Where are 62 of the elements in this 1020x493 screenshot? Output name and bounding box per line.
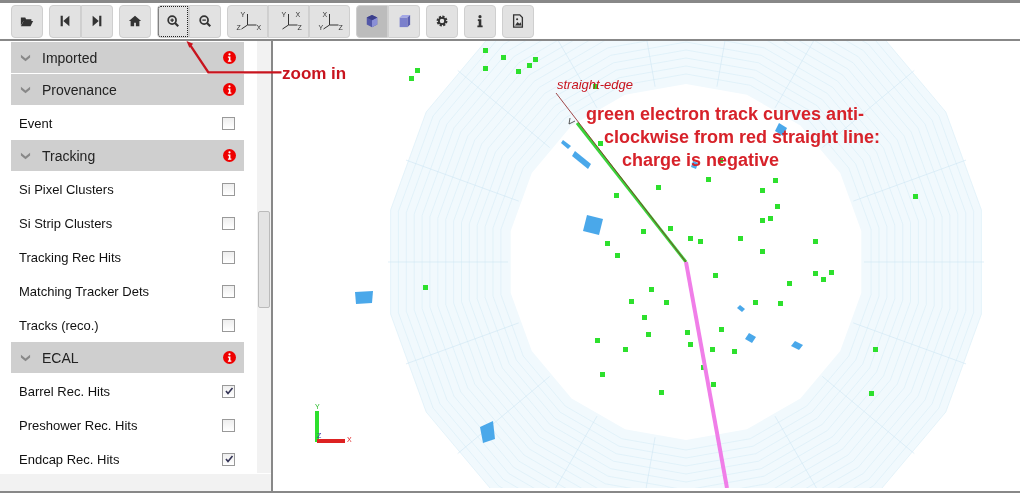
checkbox[interactable] (222, 284, 235, 298)
chevron-icon (20, 84, 31, 95)
layer-label: Si Pixel Clusters (19, 181, 115, 197)
zoom-in-icon (166, 14, 180, 28)
layer-label: Tracks (reco.) (19, 317, 100, 333)
zoom-out-icon (198, 14, 212, 28)
layer-label: Tracking Rec Hits (19, 249, 123, 265)
checkbox[interactable] (222, 318, 235, 332)
annotation-text: green electron track curves anti- (586, 103, 866, 126)
section-title: ECAL (42, 349, 80, 366)
skip-back-icon (58, 14, 72, 28)
section-header[interactable]: Provenance (11, 74, 244, 106)
layer-label: Event (19, 115, 54, 131)
checkbox[interactable] (222, 182, 235, 196)
checkbox[interactable] (222, 116, 235, 130)
annotation-label: zoom in (282, 64, 347, 84)
info-icon[interactable] (223, 351, 236, 364)
vertical-scrollbar[interactable] (257, 41, 271, 473)
perspective-button[interactable] (356, 4, 388, 38)
section-header[interactable]: Imported (11, 42, 244, 74)
open-button[interactable] (11, 4, 43, 38)
cube-icon (397, 14, 411, 28)
orthographic-button[interactable] (388, 4, 420, 38)
info-icon[interactable] (223, 51, 236, 64)
checkbox[interactable] (222, 250, 235, 264)
section-title: Tracking (42, 147, 97, 164)
section-header[interactable]: ECAL (11, 342, 244, 374)
annotation-text: charge is negative (622, 149, 781, 172)
annotation-text: clockwise from red straight line: (604, 126, 881, 149)
cube-icon (365, 14, 379, 28)
section-title: Imported (42, 49, 99, 66)
skip-forward-icon (90, 14, 104, 28)
section-header[interactable]: Tracking (11, 140, 244, 172)
info-icon[interactable] (223, 149, 236, 162)
settings-icon (435, 14, 449, 28)
layer-label: Matching Tracker Dets (19, 283, 151, 299)
zoom-in-button[interactable] (157, 4, 189, 38)
zoom-out-button[interactable] (189, 4, 221, 38)
picture-icon (511, 14, 525, 28)
home-icon (128, 14, 142, 28)
chevron-icon (20, 352, 31, 363)
scrollbar-thumb[interactable] (258, 211, 270, 308)
last-button[interactable] (81, 4, 113, 38)
checkbox[interactable] (222, 418, 235, 432)
layer-label: Si Strip Clusters (19, 215, 114, 231)
info-icon[interactable] (223, 83, 236, 96)
chevron-icon (20, 52, 31, 63)
image-button[interactable] (502, 4, 534, 38)
checkbox[interactable] (222, 452, 235, 466)
horizontal-scrollbar[interactable] (0, 474, 271, 491)
checkbox[interactable] (222, 216, 235, 230)
layer-label: Preshower Rec. Hits (19, 417, 139, 433)
checkbox[interactable] (222, 384, 235, 398)
layer-label: Barrel Rec. Hits (19, 383, 112, 399)
first-button[interactable] (49, 4, 81, 38)
chevron-icon (20, 150, 31, 161)
layer-label: Endcap Rec. Hits (19, 451, 121, 467)
annotation-label: straight-edge (557, 77, 633, 92)
info-button[interactable] (464, 4, 496, 38)
settings-button[interactable] (426, 4, 458, 38)
section-title: Provenance (42, 81, 118, 98)
home-button[interactable] (119, 4, 151, 38)
